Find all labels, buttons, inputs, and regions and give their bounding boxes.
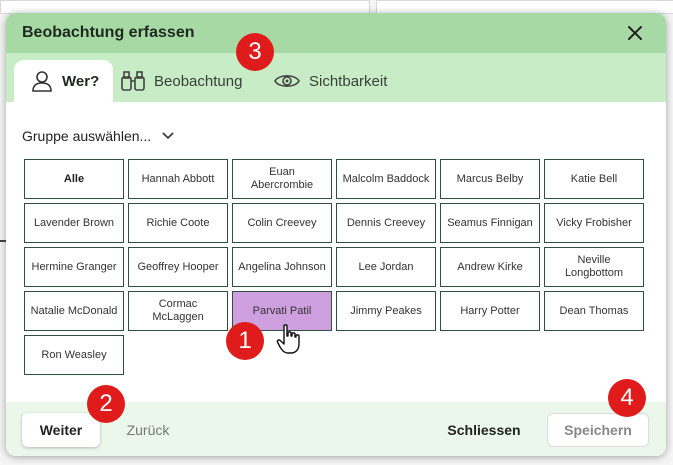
group-select[interactable]: Gruppe auswählen... (22, 128, 175, 144)
person-cell[interactable]: Hermine Granger (24, 247, 124, 287)
background-panel (376, 0, 673, 14)
next-button[interactable]: Weiter (22, 413, 100, 447)
close-footer-button[interactable]: Schliessen (444, 413, 524, 447)
person-cell[interactable]: Jimmy Peakes (336, 291, 436, 331)
person-cell[interactable]: Cormac McLaggen (128, 291, 228, 331)
person-cell[interactable]: Vicky Frobisher (544, 203, 644, 243)
tab-bar: Wer? Beobachtung Sichtbarkeit (6, 53, 666, 102)
person-cell[interactable]: Colin Creevey (232, 203, 332, 243)
person-cell[interactable]: Ron Weasley (24, 335, 124, 375)
person-cell[interactable]: Lavender Brown (24, 203, 124, 243)
person-cell[interactable]: Richie Coote (128, 203, 228, 243)
back-button[interactable]: Zurück (118, 413, 178, 447)
tab-label: Sichtbarkeit (309, 72, 388, 90)
person-cell[interactable]: Neville Longbottom (544, 247, 644, 287)
annotation-badge: 1 (226, 322, 264, 360)
binoculars-icon (121, 71, 145, 91)
group-select-label: Gruppe auswählen... (22, 128, 152, 144)
person-cell[interactable]: Malcolm Baddock (336, 159, 436, 199)
person-cell[interactable]: Harry Potter (440, 291, 540, 331)
tab-visibility[interactable]: Sichtbarkeit (273, 60, 387, 102)
tab-label: Wer? (62, 72, 100, 90)
tab-who[interactable]: Wer? (14, 60, 114, 102)
tab-observation[interactable]: Beobachtung (120, 60, 242, 102)
person-cell[interactable]: Katie Bell (544, 159, 644, 199)
close-button[interactable] (624, 22, 646, 44)
background-panel (0, 0, 370, 14)
select-all-cell[interactable]: Alle (24, 159, 124, 199)
chevron-down-icon (162, 132, 174, 140)
person-cell[interactable]: Marcus Belby (440, 159, 540, 199)
eye-icon (274, 74, 300, 88)
person-cell[interactable]: Geoffrey Hooper (128, 247, 228, 287)
dialog-title: Beobachtung erfassen (22, 24, 195, 41)
person-icon (32, 71, 52, 92)
person-grid: Alle Hannah Abbott Euan Abercrombie Malcolm… (24, 159, 648, 375)
close-icon (628, 26, 642, 40)
person-cell[interactable]: Seamus Finnigan (440, 203, 540, 243)
hand-cursor-icon (276, 324, 300, 354)
person-cell[interactable]: Hannah Abbott (128, 159, 228, 199)
person-cell[interactable]: Angelina Johnson (232, 247, 332, 287)
person-cell[interactable]: Euan Abercrombie (232, 159, 332, 199)
tab-label: Beobachtung (154, 72, 243, 90)
dialog-header: Beobachtung erfassen (6, 13, 666, 53)
person-cell[interactable]: Lee Jordan (336, 247, 436, 287)
annotation-badge: 3 (236, 33, 274, 71)
person-cell[interactable]: Natalie McDonald (24, 291, 124, 331)
dialog-body: Gruppe auswählen... Alle Hannah Abbott Eua… (6, 102, 666, 402)
annotation-badge: 2 (87, 385, 125, 423)
person-cell[interactable]: Dean Thomas (544, 291, 644, 331)
annotation-badge: 4 (608, 379, 646, 417)
person-cell[interactable]: Andrew Kirke (440, 247, 540, 287)
person-cell[interactable]: Dennis Creevey (336, 203, 436, 243)
save-button[interactable]: Speichern (547, 413, 649, 447)
